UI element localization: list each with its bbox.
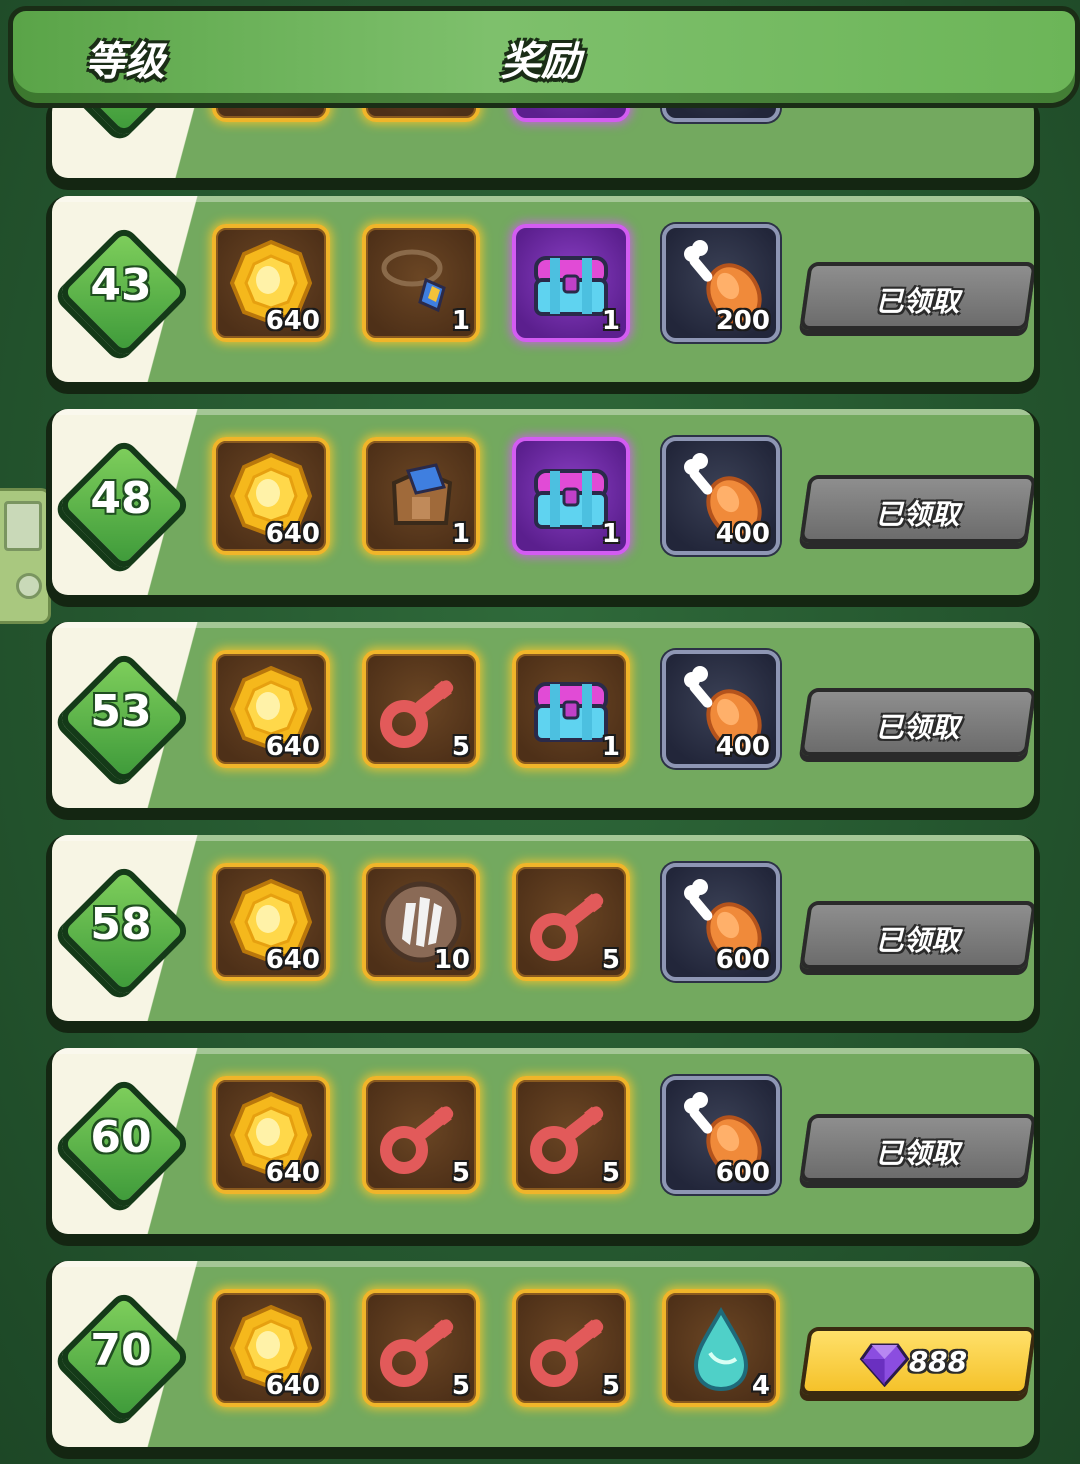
item-quantity: 640 [265,519,320,549]
item-quantity: 10 [433,945,470,975]
item-quantity: 5 [451,1371,470,1401]
item-quantity: 640 [265,945,320,975]
level-number: 48 [90,473,152,524]
reward-column-header: 奖励 [501,39,581,85]
reward-item-necklace[interactable]: 1 [362,224,480,342]
item-quantity: 4 [751,1371,770,1401]
item-quantity: 1 [451,519,470,549]
claimed-button[interactable]: 已领取 [799,475,1034,543]
item-quantity: 200 [715,306,770,336]
item-quantity: 5 [601,1371,620,1401]
item-quantity: 5 [451,1158,470,1188]
level-number: 70 [90,1325,152,1376]
reward-item-key[interactable]: 5 [362,1289,480,1407]
button-label: 已领取 [875,924,960,957]
reward-item-armor[interactable]: 1 [362,437,480,555]
item-quantity: 1 [451,306,470,336]
level-number: 60 [90,1112,152,1163]
reward-row: 53 640 5 1 400 已领取 [46,622,1040,820]
reward-list[interactable]: 43 640 1 1 200 已领取 48 640 1 1 400 已领取 53 640 5 1 400 已领取 5… [46,0,1042,1464]
row-panel: 53 640 5 1 400 已领取 [52,622,1034,808]
item-quantity: 400 [715,732,770,762]
item-quantity: 5 [601,1158,620,1188]
reward-row: 70 640 5 5 4 888 [46,1261,1040,1459]
reward-row [46,96,1040,190]
item-quantity: 5 [601,945,620,975]
reward-item-coin[interactable]: 640 [212,1289,330,1407]
row-panel: 60 640 5 5 600 已领取 [52,1048,1034,1234]
reward-item-meat[interactable]: 200 [662,224,780,342]
row-panel [52,96,1034,178]
reward-row: 60 640 5 5 600 已领取 [46,1048,1040,1246]
item-quantity: 1 [601,732,620,762]
reward-item-claw-token[interactable]: 10 [362,863,480,981]
side-widget-knob [16,573,42,599]
level-number: 53 [90,686,152,737]
row-panel: 43 640 1 1 200 已领取 [52,196,1034,382]
reward-row: 58 640 10 5 600 已领取 [46,835,1040,1033]
claimed-button[interactable]: 已领取 [799,901,1034,969]
reward-item-meat[interactable]: 600 [662,1076,780,1194]
reward-item-key[interactable]: 5 [362,1076,480,1194]
claimed-button[interactable]: 已领取 [799,262,1034,330]
button-label: 已领取 [875,711,960,744]
item-quantity: 600 [715,1158,770,1188]
reward-row: 43 640 1 1 200 已领取 [46,196,1040,394]
purchase-button[interactable]: 888 [799,1327,1034,1395]
table-header: 等级 奖励 [8,6,1080,108]
item-quantity: 400 [715,519,770,549]
row-panel: 70 640 5 5 4 888 [52,1261,1034,1447]
reward-item-meat[interactable]: 600 [662,863,780,981]
side-device-widget[interactable] [0,488,51,624]
button-label: 已领取 [875,1137,960,1170]
item-quantity: 640 [265,1371,320,1401]
reward-item-key[interactable]: 5 [362,650,480,768]
item-quantity: 600 [715,945,770,975]
reward-item-water-drop[interactable]: 4 [662,1289,780,1407]
reward-item-meat[interactable]: 400 [662,650,780,768]
reward-item-key[interactable]: 5 [512,863,630,981]
item-quantity: 640 [265,306,320,336]
button-label: 已领取 [875,285,960,318]
button-label: 888 [908,1345,968,1378]
claimed-button[interactable]: 已领取 [799,688,1034,756]
side-widget-screen [4,501,42,551]
reward-item-coin[interactable]: 640 [212,437,330,555]
reward-item-coin[interactable]: 640 [212,1076,330,1194]
reward-item-coin[interactable]: 640 [212,650,330,768]
row-panel: 58 640 10 5 600 已领取 [52,835,1034,1021]
button-label: 已领取 [875,498,960,531]
claimed-button[interactable]: 已领取 [799,1114,1034,1182]
reward-item-meat[interactable]: 400 [662,437,780,555]
item-quantity: 1 [601,519,620,549]
row-panel: 48 640 1 1 400 已领取 [52,409,1034,595]
reward-item-coin[interactable]: 640 [212,863,330,981]
item-quantity: 1 [601,306,620,336]
level-number: 43 [90,260,152,311]
reward-item-key[interactable]: 5 [512,1076,630,1194]
item-quantity: 640 [265,732,320,762]
reward-item-chest[interactable]: 1 [512,650,630,768]
level-column-header: 等级 [85,39,165,85]
reward-item-key[interactable]: 5 [512,1289,630,1407]
reward-item-chest[interactable]: 1 [512,224,630,342]
reward-item-chest[interactable]: 1 [512,437,630,555]
item-quantity: 640 [265,1158,320,1188]
level-number: 58 [90,899,152,950]
reward-row: 48 640 1 1 400 已领取 [46,409,1040,607]
item-quantity: 5 [451,732,470,762]
reward-item-coin[interactable]: 640 [212,224,330,342]
